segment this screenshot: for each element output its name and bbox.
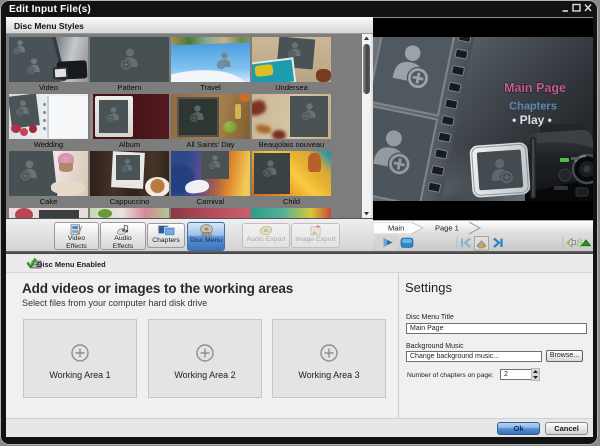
svg-text:Chapters: Chapters [509, 101, 557, 113]
svg-text:Main: Main [388, 224, 404, 233]
svg-text:Page 1: Page 1 [435, 224, 459, 233]
svg-text:Main Page: Main Page [504, 81, 566, 95]
